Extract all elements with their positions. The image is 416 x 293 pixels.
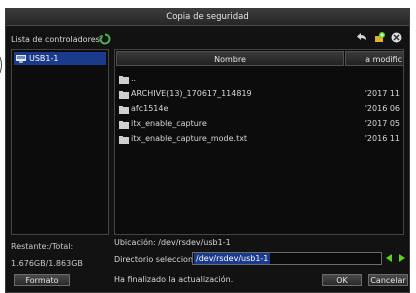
file-table: Nombre a modific .. ARCHIVE(13)_170617_1…	[114, 49, 404, 235]
column-header-name[interactable]: Nombre	[116, 51, 344, 66]
file-name: afc1514e	[131, 104, 169, 113]
back-arrow-icon[interactable]	[356, 31, 369, 44]
location-path: Ubicación: /dev/rsdev/usb1-1	[114, 238, 231, 247]
delete-icon[interactable]	[390, 31, 403, 44]
window-title: Copia de seguridad	[6, 9, 409, 26]
storage-label: Restante:/Total:	[11, 242, 74, 251]
toolbar-icons	[356, 31, 403, 44]
file-modified: '2017 11	[364, 89, 400, 98]
folder-icon	[119, 90, 129, 99]
arrow-left-icon[interactable]	[386, 254, 392, 262]
format-button[interactable]: Formato	[14, 274, 70, 286]
cancel-button[interactable]: Cancelar	[368, 274, 408, 286]
folder-icon	[119, 105, 129, 114]
file-modified: '2016 06	[364, 104, 400, 113]
file-modified: '2017 05	[364, 119, 400, 128]
new-folder-icon[interactable]	[373, 31, 386, 44]
file-modified: '2016 11	[364, 134, 400, 143]
table-row[interactable]: itx_enable_capture_mode.txt	[119, 132, 247, 145]
selected-dir-field[interactable]: /dev/rsdev/usb1-1	[192, 252, 382, 265]
controller-item-usb1-1[interactable]: USB1-1	[14, 52, 106, 65]
backup-dialog: Copia de seguridad Lista de controladore…	[5, 8, 410, 293]
file-name: itx_enable_capture_mode.txt	[131, 134, 248, 143]
table-row[interactable]: ARCHIVE(13)_170617_114819	[119, 87, 252, 100]
controller-item-label: USB1-1	[29, 54, 59, 63]
storage-value: 1.676GB/1.863GB	[11, 259, 83, 268]
file-name: itx_enable_capture	[131, 119, 207, 128]
arrow-right-icon[interactable]	[399, 254, 405, 262]
ok-button[interactable]: OK	[322, 274, 362, 286]
table-row[interactable]: ..	[119, 72, 136, 85]
folder-icon	[119, 120, 129, 129]
file-name: ..	[131, 74, 137, 83]
usb-drive-icon	[16, 54, 26, 63]
file-name: ARCHIVE(13)_170617_114819	[131, 89, 252, 98]
table-row[interactable]: itx_enable_capture	[119, 117, 207, 130]
selected-dir-value: /dev/rsdev/usb1-1	[194, 253, 271, 264]
table-row[interactable]: afc1514e	[119, 102, 168, 115]
controller-list: USB1-1	[11, 49, 109, 235]
folder-icon	[119, 135, 129, 144]
page-edge-mark	[0, 55, 3, 75]
controller-list-label: Lista de controladores:	[11, 35, 103, 44]
refresh-icon[interactable]	[99, 33, 111, 45]
column-header-modified[interactable]: a modific	[345, 51, 403, 66]
status-message: Ha finalizado la actualización.	[114, 275, 234, 284]
folder-icon	[119, 75, 129, 84]
